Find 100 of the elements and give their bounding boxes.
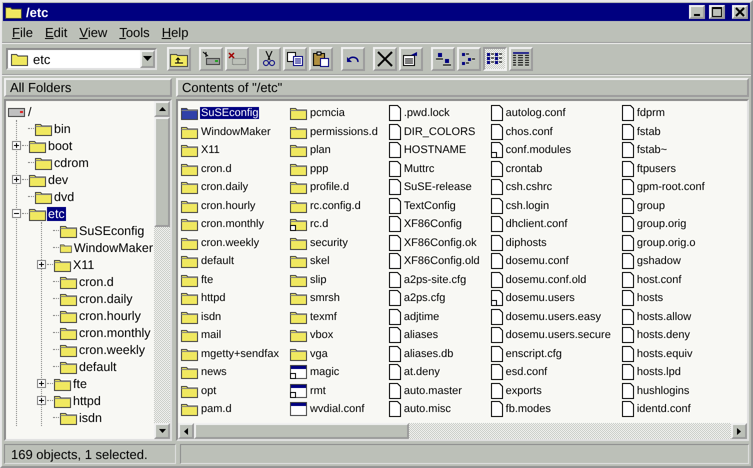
directory-entry[interactable]: SuSEconfig xyxy=(200,107,260,120)
cut-button[interactable] xyxy=(257,47,281,71)
directory-entry[interactable]: csh.cshrc xyxy=(504,181,554,194)
directory-entry[interactable]: X11 xyxy=(200,144,221,156)
directory-entry[interactable]: dhclient.conf xyxy=(504,218,568,230)
directory-entry[interactable]: security xyxy=(308,236,349,249)
directory-entry[interactable]: cron.weekly xyxy=(200,236,260,249)
scroll-up-button[interactable] xyxy=(154,101,170,117)
menu-item[interactable]: File xyxy=(6,25,39,40)
copy-button[interactable] xyxy=(283,47,307,71)
directory-entry[interactable]: XF86Config.ok xyxy=(402,236,478,249)
directory-entry[interactable]: hushlogins xyxy=(636,384,690,397)
tree-item[interactable]: X11 xyxy=(72,258,96,272)
directory-entry[interactable]: aliases.db xyxy=(402,348,454,360)
scroll-right-button[interactable] xyxy=(731,423,747,439)
minimize-button[interactable] xyxy=(689,5,705,19)
directory-entry[interactable]: fstab~ xyxy=(636,144,668,156)
tree-item[interactable]: cdrom xyxy=(53,156,90,170)
directory-entry[interactable]: hosts.allow xyxy=(636,310,692,323)
expand-icon[interactable] xyxy=(12,175,21,184)
directory-entry[interactable]: TextConfig xyxy=(402,200,457,212)
dropdown-button[interactable] xyxy=(140,50,155,68)
directory-entry[interactable]: vga xyxy=(308,348,329,360)
directory-entry[interactable]: conf.modules xyxy=(504,144,572,156)
directory-entry[interactable]: hosts.lpd xyxy=(636,366,682,378)
maximize-button[interactable] xyxy=(709,5,725,19)
tree-item[interactable]: cron.daily xyxy=(78,292,134,306)
directory-entry[interactable]: host.conf xyxy=(636,274,682,286)
directory-entry[interactable]: crontab xyxy=(504,162,544,175)
scroll-left-button[interactable] xyxy=(178,423,194,439)
undo-button[interactable] xyxy=(341,47,365,71)
directory-entry[interactable]: cron.d xyxy=(200,162,233,175)
directory-entry[interactable]: cron.hourly xyxy=(200,200,256,212)
location-combo[interactable]: etc xyxy=(6,48,157,70)
properties-button[interactable] xyxy=(399,47,423,71)
directory-entry[interactable]: slip xyxy=(308,274,328,286)
menu-item[interactable]: Tools xyxy=(113,25,156,40)
directory-entry[interactable]: hosts xyxy=(636,292,664,304)
tree-item[interactable]: dvd xyxy=(53,190,76,204)
directory-entry[interactable]: rc.config.d xyxy=(308,200,362,212)
directory-entry[interactable]: cron.monthly xyxy=(200,218,265,230)
small-icons-button[interactable] xyxy=(457,47,481,71)
directory-entry[interactable]: DIR_COLORS xyxy=(402,126,476,138)
directory-entry[interactable]: magic xyxy=(308,366,340,378)
directory-entry[interactable]: skel xyxy=(308,255,331,268)
list-view-button[interactable] xyxy=(483,47,507,71)
directory-entry[interactable]: XF86Config.old xyxy=(402,255,481,268)
map-drive-button[interactable] xyxy=(199,47,223,71)
collapse-icon[interactable] xyxy=(12,209,21,218)
directory-entry[interactable]: csh.login xyxy=(504,200,550,212)
directory-entry[interactable]: pam.d xyxy=(200,403,233,416)
directory-entry[interactable]: a2ps-site.cfg xyxy=(402,274,468,286)
vertical-scrollbar[interactable] xyxy=(154,101,170,439)
expand-icon[interactable] xyxy=(37,260,46,269)
expand-icon[interactable] xyxy=(12,141,21,150)
directory-entry[interactable]: group xyxy=(636,200,666,212)
tree-item[interactable]: / xyxy=(27,104,32,118)
up-folder-button[interactable] xyxy=(167,47,191,71)
menu-item[interactable]: Edit xyxy=(38,25,74,40)
directory-entry[interactable]: auto.master xyxy=(402,384,463,397)
directory-entry[interactable]: mail xyxy=(200,329,222,342)
directory-entry[interactable]: fdprm xyxy=(636,107,666,120)
directory-entry[interactable]: fstab xyxy=(636,126,662,138)
horizontal-scrollbar[interactable] xyxy=(178,423,747,439)
directory-entry[interactable]: .pwd.lock xyxy=(402,107,451,120)
directory-entry[interactable]: default xyxy=(200,255,236,268)
directory-entry[interactable]: profile.d xyxy=(308,181,350,194)
paste-button[interactable] xyxy=(309,47,333,71)
directory-entry[interactable]: WindowMaker xyxy=(200,126,272,138)
directory-entry[interactable]: dosemu.conf xyxy=(504,255,570,268)
expand-icon[interactable] xyxy=(37,396,46,405)
directory-entry[interactable]: gpm-root.conf xyxy=(636,181,706,194)
tree-item[interactable]: SuSEconfig xyxy=(78,224,146,238)
expand-icon[interactable] xyxy=(37,379,46,388)
directory-entry[interactable]: dosemu.users xyxy=(504,292,576,304)
directory-entry[interactable]: dosemu.conf.old xyxy=(504,274,588,286)
directory-entry[interactable]: texmf xyxy=(308,310,338,323)
large-icons-button[interactable] xyxy=(431,47,455,71)
directory-entry[interactable]: news xyxy=(200,366,228,378)
disconnect-drive-button[interactable] xyxy=(225,47,249,71)
delete-button[interactable] xyxy=(373,47,397,71)
directory-entry[interactable]: smrsh xyxy=(308,292,341,304)
directory-entry[interactable]: enscript.cfg xyxy=(504,348,563,360)
directory-entry[interactable]: hosts.deny xyxy=(636,329,692,342)
directory-entry[interactable]: gshadow xyxy=(636,255,682,268)
menu-item[interactable]: View xyxy=(73,25,114,40)
directory-entry[interactable]: adjtime xyxy=(402,310,440,323)
directory-entry[interactable]: esd.conf xyxy=(504,366,548,378)
directory-entry[interactable]: rc.d xyxy=(308,218,330,230)
directory-entry[interactable]: ftpusers xyxy=(636,162,677,175)
directory-entry[interactable]: group.orig.o xyxy=(636,236,697,249)
directory-entry[interactable]: at.deny xyxy=(402,366,441,378)
tree-item[interactable]: cron.d xyxy=(78,274,115,288)
directory-entry[interactable]: fte xyxy=(200,274,214,286)
close-button[interactable] xyxy=(732,5,748,19)
directory-entry[interactable]: isdn xyxy=(200,310,222,323)
scroll-down-button[interactable] xyxy=(154,423,170,439)
directory-entry[interactable]: dosemu.users.secure xyxy=(504,329,612,342)
directory-entry[interactable]: aliases xyxy=(402,329,440,342)
tree-item[interactable]: cron.weekly xyxy=(78,342,146,356)
